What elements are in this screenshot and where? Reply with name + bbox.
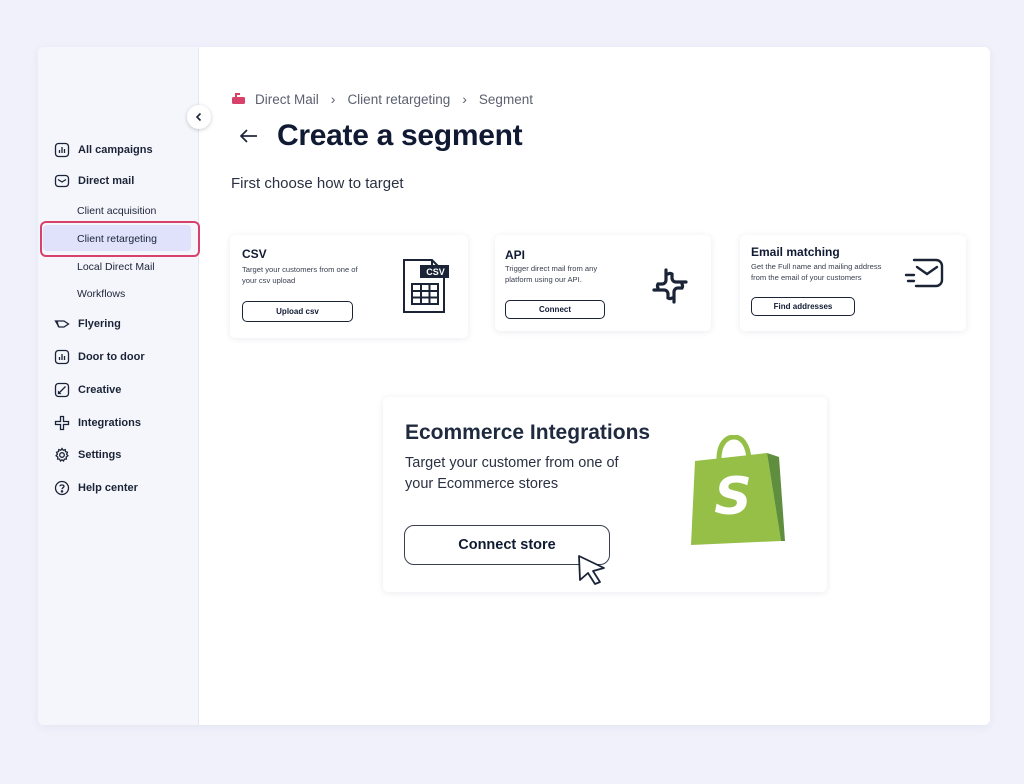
api-card-description: Trigger direct mail from any platform us… [505, 264, 598, 284]
integrations-icon [54, 415, 70, 431]
sidebar-subitem-workflows[interactable]: Workflows [77, 288, 125, 300]
sidebar-item-settings[interactable]: Settings [54, 444, 121, 466]
sidebar-subitem-client-retargeting[interactable]: Client retargeting [77, 233, 157, 245]
sidebar-item-direct-mail[interactable]: Direct mail [54, 170, 134, 192]
sidebar-subitem-client-acquisition[interactable]: Client acquisition [77, 205, 156, 217]
flyer-icon [54, 320, 70, 328]
breadcrumb-item-segment: Segment [478, 91, 533, 107]
back-arrow-icon[interactable] [239, 128, 259, 144]
sidebar-item-door-to-door[interactable]: Door to door [54, 346, 145, 368]
email-card-title: Email matching [751, 245, 840, 259]
ecommerce-description: Target your customer from one of your Ec… [405, 455, 619, 492]
ecommerce-card: Ecommerce Integrations Target your custo… [383, 397, 827, 592]
csv-card-description: Target your customers from one of your c… [242, 265, 358, 285]
sidebar-item-label: Flyering [78, 318, 121, 330]
breadcrumb: Direct Mail › Client retargeting › Segme… [231, 91, 533, 107]
sidebar-item-flyering[interactable]: Flyering [54, 313, 121, 335]
csv-card-title: CSV [242, 247, 267, 261]
email-matching-card: Email matching Get the Full name and mai… [740, 235, 966, 331]
sidebar-item-label: Integrations [78, 417, 141, 429]
connect-api-button[interactable]: Connect [505, 300, 605, 319]
upload-csv-button[interactable]: Upload csv [242, 301, 353, 322]
shopify-logo-letter: S [714, 467, 752, 527]
api-card-title: API [505, 248, 526, 262]
sidebar-subitem-local-direct-mail[interactable]: Local Direct Mail [77, 261, 155, 273]
main-content: Direct Mail › Client retargeting › Segme… [199, 47, 990, 725]
sidebar-item-label: Help center [78, 482, 138, 494]
sidebar-item-label: Direct mail [78, 175, 135, 187]
sidebar-item-label: Creative [78, 384, 122, 396]
api-card: API Trigger direct mail from any platfor… [495, 235, 711, 331]
mouse-cursor-icon [578, 555, 605, 585]
collapse-sidebar-button[interactable] [187, 105, 211, 129]
ecommerce-title: Ecommerce Integrations [405, 421, 651, 444]
mail-icon [54, 174, 70, 188]
sidebar-item-label: All campaigns [78, 144, 153, 156]
find-addresses-button[interactable]: Find addresses [751, 297, 855, 316]
page-subtitle: First choose how to target [231, 175, 404, 192]
bar-chart-icon [54, 142, 70, 158]
brush-icon [54, 382, 70, 398]
chevron-left-icon [195, 112, 202, 122]
csv-badge: CSV [426, 267, 445, 277]
sidebar-item-label: Settings [78, 449, 122, 461]
sidebar-item-all-campaigns[interactable]: All campaigns [54, 139, 153, 161]
page-title: Create a segment [277, 119, 523, 152]
email-send-icon [904, 258, 944, 288]
help-icon [54, 480, 70, 496]
sidebar-item-integrations[interactable]: Integrations [54, 412, 141, 434]
title-row: Create a segment [239, 119, 523, 153]
gear-icon [55, 447, 69, 463]
sidebar-item-label: Door to door [78, 351, 145, 363]
email-card-description: Get the Full name and mailing address fr… [751, 262, 882, 282]
breadcrumb-separator-icon: › [462, 91, 467, 107]
breadcrumb-item-client-retargeting[interactable]: Client retargeting [347, 92, 450, 107]
sidebar-item-creative[interactable]: Creative [54, 379, 121, 401]
api-integration-icon [652, 268, 688, 304]
sidebar: All campaigns Direct mail Client acquisi… [38, 47, 200, 725]
breadcrumb-item-direct-mail[interactable]: Direct Mail [255, 92, 319, 107]
breadcrumb-separator-icon: › [330, 91, 336, 107]
bar-chart-icon [54, 349, 70, 365]
mailbox-icon [232, 93, 245, 104]
app-window: All campaigns Direct mail Client acquisi… [38, 47, 990, 725]
csv-card: CSV Target your customers from one of yo… [230, 235, 468, 338]
sidebar-item-help-center[interactable]: Help center [54, 477, 138, 499]
